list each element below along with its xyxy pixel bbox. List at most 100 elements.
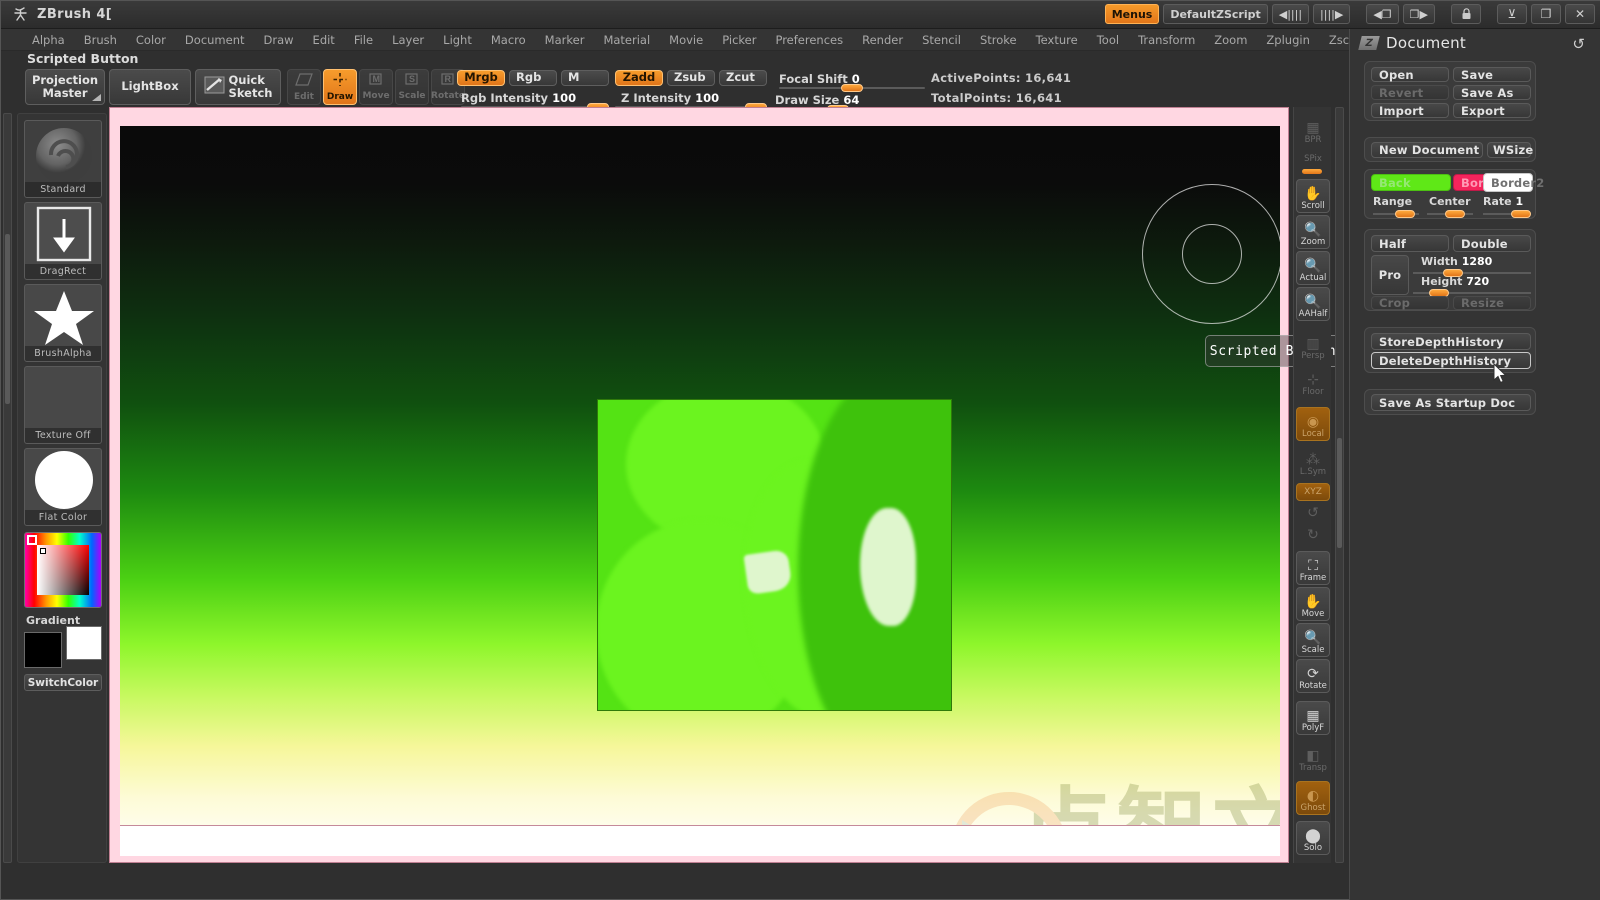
menu-item-macro[interactable]: Macro bbox=[482, 30, 535, 50]
zscript-name-button[interactable]: DefaultZScript bbox=[1163, 4, 1268, 24]
scroll-button[interactable]: ✋ Scroll bbox=[1296, 179, 1330, 213]
right-scroll-strip[interactable] bbox=[1335, 107, 1344, 863]
menu-item-movie[interactable]: Movie bbox=[660, 30, 712, 50]
focal-shift-knob[interactable] bbox=[841, 84, 863, 92]
xyz-button[interactable]: XYZ bbox=[1296, 483, 1330, 501]
rotate-button[interactable]: ⟳ Rotate bbox=[1296, 659, 1330, 693]
save-as-button[interactable]: Save As bbox=[1453, 85, 1531, 100]
border2-color-button[interactable]: Border2 bbox=[1483, 173, 1544, 192]
right-scroll-thumb[interactable] bbox=[1337, 438, 1342, 548]
document-next-button[interactable]: ❐▶ bbox=[1402, 4, 1435, 24]
rate-slider-track[interactable] bbox=[1483, 210, 1531, 218]
menu-item-texture[interactable]: Texture bbox=[1027, 30, 1087, 50]
actual-button[interactable]: 🔍 Actual bbox=[1296, 251, 1330, 285]
floor-button[interactable]: ⊹ Floor bbox=[1296, 365, 1330, 399]
menu-item-file[interactable]: File bbox=[345, 30, 382, 50]
rotate-cw-icon-button[interactable]: ↻ bbox=[1296, 525, 1330, 545]
zadd-button[interactable]: Zadd bbox=[615, 70, 663, 86]
menu-item-alpha[interactable]: Alpha bbox=[23, 30, 74, 50]
menu-item-brush[interactable]: Brush bbox=[75, 30, 126, 50]
import-button[interactable]: Import bbox=[1371, 103, 1449, 118]
m-button[interactable]: M bbox=[561, 70, 609, 86]
export-button[interactable]: Export bbox=[1453, 103, 1531, 118]
focal-shift-slider[interactable] bbox=[779, 84, 925, 92]
persp-button[interactable]: ▥ Persp bbox=[1296, 329, 1330, 363]
scale-button[interactable]: 🔍 Scale bbox=[1296, 623, 1330, 657]
ghost-button[interactable]: ◐ Ghost bbox=[1296, 781, 1330, 815]
edit-mode-button[interactable]: Edit bbox=[287, 69, 321, 105]
scale-mode-button[interactable]: S Scale bbox=[395, 69, 429, 105]
menu-item-picker[interactable]: Picker bbox=[713, 30, 765, 50]
current-texture-slot[interactable]: Texture Off bbox=[24, 366, 102, 444]
center-slider-track[interactable] bbox=[1427, 210, 1473, 218]
left-scroll-strip[interactable] bbox=[3, 113, 12, 863]
menu-item-layer[interactable]: Layer bbox=[383, 30, 433, 50]
reset-circular-arrow-icon[interactable]: ↺ bbox=[1572, 35, 1585, 53]
current-alpha-slot[interactable]: BrushAlpha bbox=[24, 284, 102, 362]
half-button[interactable]: Half bbox=[1371, 235, 1449, 252]
menu-item-tool[interactable]: Tool bbox=[1088, 30, 1128, 50]
double-button[interactable]: Double bbox=[1453, 235, 1531, 252]
menu-item-stroke[interactable]: Stroke bbox=[971, 30, 1026, 50]
lightbox-button[interactable]: LightBox bbox=[109, 69, 191, 105]
spix-button[interactable]: SPix bbox=[1296, 149, 1330, 169]
menus-toggle-button[interactable]: Menus bbox=[1104, 4, 1160, 24]
menu-item-draw[interactable]: Draw bbox=[255, 30, 303, 50]
new-document-button[interactable]: New Document bbox=[1371, 142, 1483, 158]
store-depth-history-button[interactable]: StoreDepthHistory bbox=[1371, 333, 1531, 350]
switch-color-button[interactable]: SwitchColor bbox=[24, 674, 102, 691]
save-as-startup-doc-button[interactable]: Save As Startup Doc bbox=[1371, 394, 1531, 411]
quick-sketch-button[interactable]: Quick Sketch bbox=[195, 69, 281, 105]
menu-item-marker[interactable]: Marker bbox=[536, 30, 594, 50]
wsize-button[interactable]: WSize bbox=[1487, 142, 1533, 158]
zcut-button[interactable]: Zcut bbox=[719, 70, 767, 86]
save-button[interactable]: Save bbox=[1453, 67, 1531, 82]
menu-item-document[interactable]: Document bbox=[176, 30, 254, 50]
zsub-button[interactable]: Zsub bbox=[667, 70, 715, 86]
draw-mode-button[interactable]: Draw bbox=[323, 69, 357, 105]
secondary-color-swatch[interactable] bbox=[66, 626, 102, 660]
document-prev-button[interactable]: ◀❐ bbox=[1366, 4, 1399, 24]
menu-item-preferences[interactable]: Preferences bbox=[766, 30, 852, 50]
width-slider-track[interactable] bbox=[1413, 269, 1531, 277]
height-slider-track[interactable] bbox=[1413, 289, 1531, 297]
menu-item-zoom[interactable]: Zoom bbox=[1205, 30, 1256, 50]
spix-slider[interactable] bbox=[1302, 169, 1322, 174]
lock-icon[interactable] bbox=[1451, 4, 1481, 24]
left-scroll-thumb[interactable] bbox=[5, 234, 10, 404]
main-color-swatch[interactable] bbox=[24, 632, 62, 668]
current-stroke-slot[interactable]: DragRect bbox=[24, 202, 102, 280]
center-slider-knob[interactable] bbox=[1445, 210, 1465, 218]
rotate-ccw-icon-button[interactable]: ↺ bbox=[1296, 503, 1330, 523]
document-canvas[interactable]: 点智文化 www.dzwh.com.cn 人人素材 bbox=[120, 126, 1280, 856]
back-color-button[interactable]: Back bbox=[1371, 174, 1451, 191]
polyf-button[interactable]: ▦ PolyF bbox=[1296, 701, 1330, 735]
bpr-button[interactable]: ▦ BPR bbox=[1296, 113, 1330, 147]
menu-item-zplugin[interactable]: Zplugin bbox=[1257, 30, 1318, 50]
range-slider-track[interactable] bbox=[1373, 210, 1419, 218]
rgb-button[interactable]: Rgb bbox=[509, 70, 557, 86]
zscript-prev-button[interactable]: ◀|||| bbox=[1271, 4, 1310, 24]
open-button[interactable]: Open bbox=[1371, 67, 1449, 82]
pro-button[interactable]: Pro bbox=[1371, 255, 1409, 295]
range-slider-knob[interactable] bbox=[1395, 210, 1415, 218]
menu-item-stencil[interactable]: Stencil bbox=[913, 30, 970, 50]
mrgb-button[interactable]: Mrgb bbox=[457, 70, 505, 86]
move-button[interactable]: ✋ Move bbox=[1296, 587, 1330, 621]
solo-button[interactable]: ⬤ Solo bbox=[1296, 821, 1330, 855]
lsym-button[interactable]: ⁂ L.Sym bbox=[1296, 447, 1330, 479]
projection-master-button[interactable]: Projection Master bbox=[25, 69, 105, 105]
menu-item-color[interactable]: Color bbox=[127, 30, 175, 50]
local-button[interactable]: ◉ Local bbox=[1296, 407, 1330, 441]
current-brush-slot[interactable]: Standard bbox=[24, 120, 102, 198]
minimize-button[interactable]: ⊻ bbox=[1497, 4, 1527, 24]
rate-slider-knob[interactable] bbox=[1511, 210, 1531, 218]
move-mode-button[interactable]: M Move bbox=[359, 69, 393, 105]
menu-item-edit[interactable]: Edit bbox=[304, 30, 344, 50]
current-material-slot[interactable]: Flat Color bbox=[24, 448, 102, 526]
zoom-button[interactable]: 🔍 Zoom bbox=[1296, 215, 1330, 249]
frame-button[interactable]: ⛶ Frame bbox=[1296, 551, 1330, 585]
restore-button[interactable]: ❐ bbox=[1531, 4, 1561, 24]
menu-item-transform[interactable]: Transform bbox=[1129, 30, 1204, 50]
menu-item-light[interactable]: Light bbox=[434, 30, 481, 50]
